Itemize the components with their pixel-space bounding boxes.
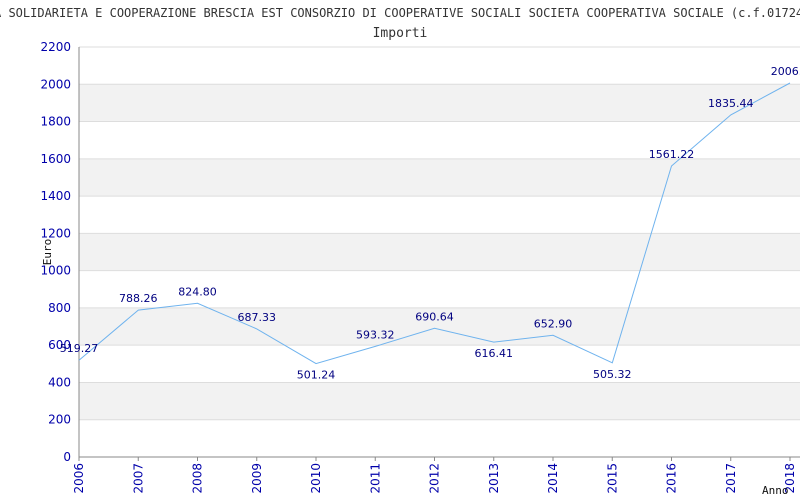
grid-band	[79, 158, 800, 197]
x-tick-labels: 2006 2007 2008 2009 2010 2011 2012 2013 2014 2015…	[72, 457, 797, 494]
y-tick-label: 1600	[40, 152, 71, 166]
data-label: 519.27	[60, 342, 99, 355]
x-tick-label: 2013	[487, 463, 501, 494]
x-tick-label: 2014	[546, 463, 560, 494]
data-label: 690.64	[415, 310, 454, 323]
y-tick-label: 1800	[40, 115, 71, 129]
data-label: 505.32	[593, 368, 632, 381]
grid-band	[79, 233, 800, 271]
x-tick-label: 2009	[250, 463, 264, 494]
y-tick-label: 2200	[40, 40, 71, 54]
background-bands	[79, 84, 800, 420]
x-tick-label: 2012	[428, 463, 442, 494]
grid-band	[79, 382, 800, 420]
data-label: 616.41	[475, 347, 514, 360]
data-label: 501.24	[297, 369, 336, 382]
x-tick-label: 2011	[368, 463, 382, 494]
x-tick-label: 2016	[665, 463, 679, 494]
y-axis-label: Euro	[41, 239, 54, 266]
y-tick-label: 800	[48, 301, 71, 315]
data-label: 1561.22	[649, 148, 695, 161]
data-label: 652.90	[534, 317, 573, 330]
x-tick-label: 2006	[72, 463, 86, 494]
data-label: 2006.8	[771, 65, 800, 78]
x-tick-label: 2017	[724, 463, 738, 494]
y-tick-label: 200	[48, 413, 71, 427]
x-tick-label: 2008	[191, 463, 205, 494]
data-label: 593.32	[356, 328, 395, 341]
chart-subtitle: Importi	[373, 26, 428, 41]
y-tick-label: 0	[63, 450, 71, 464]
grid-band	[79, 84, 800, 122]
y-tick-label: 1400	[40, 189, 71, 203]
y-tick-label: 2000	[40, 77, 71, 91]
data-label: 824.80	[178, 285, 217, 298]
x-axis-label: Anno	[762, 484, 789, 497]
x-tick-label: 2007	[131, 463, 145, 494]
chart-title: A SOLIDARIETA E COOPERAZIONE BRESCIA EST…	[0, 6, 800, 20]
line-chart: 0200400600800100012001400160018002000220…	[0, 6, 800, 497]
data-label: 687.33	[238, 311, 277, 324]
x-tick-label: 2015	[605, 463, 619, 494]
data-label: 788.26	[119, 292, 158, 305]
y-tick-label: 400	[48, 375, 71, 389]
y-tick-label: 1200	[40, 226, 71, 240]
data-label: 1835.44	[708, 97, 754, 110]
x-tick-label: 2010	[309, 463, 323, 494]
